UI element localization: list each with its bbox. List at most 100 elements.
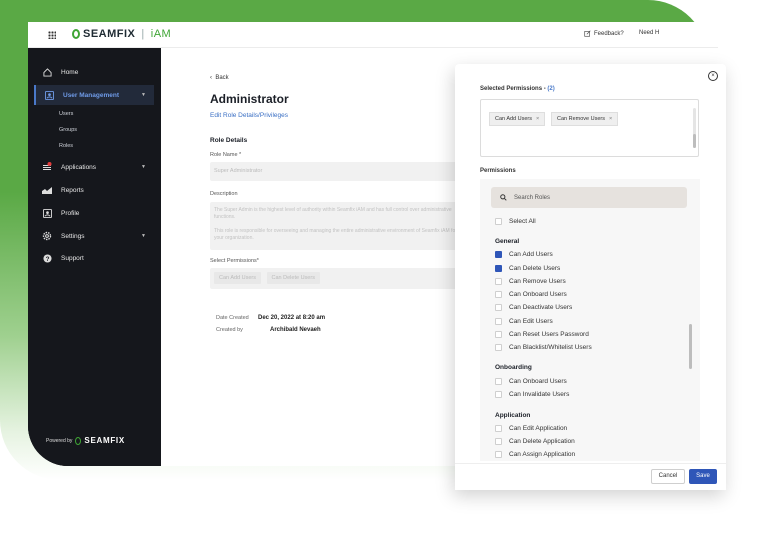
- permission-item[interactable]: Can Blacklist/Whitelist Users: [495, 344, 592, 351]
- help-icon: ?: [42, 253, 52, 263]
- group-title-onboarding: Onboarding: [495, 364, 532, 371]
- selected-chip: Can Add Users ×: [489, 112, 546, 126]
- description-text-2: This role is responsible for overseeing …: [214, 228, 457, 241]
- selected-permissions-title: Selected Permissions - (2): [480, 86, 555, 92]
- role-name-field[interactable]: Super Administrator: [210, 162, 470, 181]
- date-created-label: Date Created: [216, 315, 249, 321]
- sidebar-item-home[interactable]: Home: [34, 62, 154, 82]
- svg-text:?: ?: [45, 255, 49, 262]
- role-name-label: Role Name *: [210, 152, 242, 158]
- select-all-checkbox[interactable]: Select All: [495, 218, 536, 225]
- permission-item[interactable]: Can Reset Users Password: [495, 331, 589, 338]
- search-input[interactable]: Search Roles: [491, 187, 687, 208]
- sidebar-item-reports[interactable]: Reports: [34, 180, 154, 200]
- checkbox[interactable]: [495, 304, 502, 311]
- permission-item[interactable]: Can Invalidate Users: [495, 391, 569, 398]
- permission-item[interactable]: Can Remove Users: [495, 278, 566, 285]
- home-icon: [42, 67, 52, 77]
- permission-item[interactable]: Can Delete Application: [495, 438, 575, 445]
- product-name: iAM: [150, 28, 172, 40]
- date-created-value: Dec 20, 2022 at 8:20 am: [258, 315, 326, 321]
- permission-chip: Can Add Users: [214, 272, 261, 284]
- remove-chip-icon[interactable]: ×: [536, 116, 539, 122]
- checkbox[interactable]: [495, 318, 502, 325]
- search-icon: [500, 194, 507, 201]
- edit-role-link[interactable]: Edit Role Details/Privileges: [210, 112, 288, 119]
- chevron-down-icon: ▼: [141, 164, 146, 170]
- save-button[interactable]: Save: [689, 469, 717, 484]
- sidebar-item-support[interactable]: ? Support: [34, 248, 154, 268]
- back-link[interactable]: ‹ Back: [210, 75, 229, 81]
- applications-icon: [42, 162, 52, 172]
- checkbox[interactable]: [495, 265, 502, 272]
- checkbox[interactable]: [495, 291, 502, 298]
- brand-name: SEAMFIX: [83, 28, 136, 40]
- checkbox[interactable]: [495, 331, 502, 338]
- permission-chip: Can Delete Users: [266, 272, 320, 284]
- cancel-button[interactable]: Cancel: [651, 469, 685, 484]
- permission-item[interactable]: Can Onboard Users: [495, 378, 567, 385]
- modal-footer: Cancel Save: [455, 463, 726, 490]
- sidebar-item-profile[interactable]: Profile: [34, 203, 154, 223]
- checkbox[interactable]: [495, 438, 502, 445]
- permission-item[interactable]: Can Edit Application: [495, 425, 567, 432]
- checkbox[interactable]: [495, 378, 502, 385]
- sidebar-item-applications[interactable]: Applications ▼: [34, 157, 154, 177]
- selected-permissions-field[interactable]: Can Add Users Can Delete Users: [210, 268, 470, 289]
- user-management-icon: [44, 90, 54, 100]
- sidebar: Home User Management ▼ Users Groups Role…: [28, 48, 161, 466]
- logo: SEAMFIX | iAM: [72, 28, 171, 40]
- top-bar: SEAMFIX | iAM Feedback? Need H: [28, 22, 718, 48]
- page-title: Administrator: [210, 92, 289, 106]
- chevron-down-icon: ▼: [141, 92, 146, 98]
- sidebar-item-user-management[interactable]: User Management ▼: [34, 85, 154, 105]
- permission-item[interactable]: Can Assign Application: [495, 451, 575, 458]
- checkbox[interactable]: [495, 425, 502, 432]
- permission-item[interactable]: Can Deactivate Users: [495, 304, 572, 311]
- sidebar-subitem-users[interactable]: Users: [59, 111, 73, 117]
- select-permissions-label: Select Permissions*: [210, 258, 259, 264]
- permission-item[interactable]: Can Onboard Users: [495, 291, 567, 298]
- section-title: Role Details: [210, 137, 248, 144]
- reports-icon: [42, 185, 52, 195]
- checkbox[interactable]: [495, 451, 502, 458]
- checkbox[interactable]: [495, 278, 502, 285]
- sidebar-item-settings[interactable]: Settings ▼: [34, 226, 154, 246]
- permission-item[interactable]: Can Edit Users: [495, 318, 553, 325]
- powered-by: Powered by SEAMFIX: [46, 436, 125, 445]
- checkbox[interactable]: [495, 218, 502, 225]
- stage: SEAMFIX | iAM Feedback? Need H Home User…: [0, 0, 768, 542]
- apps-grid-icon[interactable]: [48, 31, 56, 39]
- permission-item[interactable]: Can Add Users: [495, 251, 553, 258]
- selected-count: (2): [547, 86, 555, 92]
- need-help-link[interactable]: Need H: [639, 30, 659, 36]
- location-pin-icon: [72, 29, 80, 39]
- edit-icon: [584, 30, 591, 37]
- checkbox[interactable]: [495, 251, 502, 258]
- remove-chip-icon[interactable]: ×: [609, 116, 612, 122]
- selected-chip: Can Remove Users ×: [551, 112, 619, 126]
- description-label: Description: [210, 191, 238, 197]
- created-by-value: Archibald Nevaeh: [270, 327, 321, 333]
- selected-permissions-box[interactable]: Can Add Users × Can Remove Users ×: [480, 99, 699, 157]
- sidebar-subitem-groups[interactable]: Groups: [59, 127, 77, 133]
- created-by-label: Created by: [216, 327, 243, 333]
- description-text-1: The Super Admin is the highest level of …: [214, 207, 452, 220]
- feedback-link[interactable]: Feedback?: [584, 30, 624, 37]
- chevron-down-icon: ▼: [141, 233, 146, 239]
- checkbox[interactable]: [495, 391, 502, 398]
- permission-item[interactable]: Can Delete Users: [495, 265, 560, 272]
- permissions-title: Permissions: [480, 168, 516, 174]
- scrollbar-thumb[interactable]: [693, 134, 696, 148]
- permissions-list: Search Roles Select All General Can Add …: [480, 179, 700, 461]
- close-icon[interactable]: ×: [708, 71, 718, 81]
- group-title-application: Application: [495, 412, 531, 419]
- location-pin-icon: [75, 436, 82, 445]
- sidebar-subitem-roles[interactable]: Roles: [59, 143, 73, 149]
- permissions-modal: × Selected Permissions - (2) Can Add Use…: [455, 64, 726, 490]
- profile-icon: [42, 208, 52, 218]
- gear-icon: [42, 231, 52, 241]
- group-title-general: General: [495, 238, 520, 245]
- scrollbar-thumb[interactable]: [689, 324, 692, 369]
- checkbox[interactable]: [495, 344, 502, 351]
